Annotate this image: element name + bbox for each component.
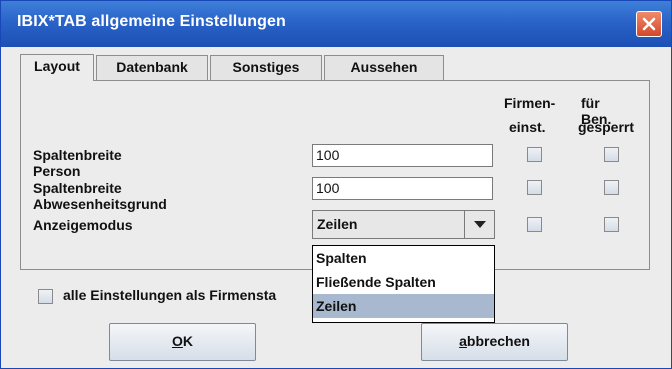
spaltenbreite-person-input[interactable]: 100 bbox=[312, 144, 493, 167]
close-icon bbox=[642, 17, 656, 31]
firm-column-header-line1: Firmen- bbox=[504, 95, 556, 111]
label-spaltenbreite-abwesenheitsgrund: Spaltenbreite Abwesenheitsgrund bbox=[33, 180, 167, 212]
user-checkbox-person[interactable] bbox=[604, 147, 619, 162]
cancel-button[interactable]: abbrechen bbox=[421, 323, 568, 361]
tab-aussehen[interactable]: Aussehen bbox=[324, 55, 444, 80]
cancel-mnemonic: a bbox=[459, 333, 467, 349]
dropdown-arrow-button[interactable] bbox=[464, 211, 494, 238]
anzeigemodus-dropdown-list: Spalten Fließende Spalten Zeilen bbox=[312, 245, 495, 323]
ok-button[interactable]: OK bbox=[109, 323, 256, 361]
spaltenbreite-abwesenheitsgrund-input[interactable]: 100 bbox=[312, 177, 493, 200]
anzeigemodus-select[interactable]: Zeilen bbox=[312, 210, 495, 239]
label-anzeigemodus: Anzeigemodus bbox=[33, 217, 133, 233]
chevron-down-icon bbox=[474, 221, 486, 228]
global-settings-label: alle Einstellungen als Firmensta bbox=[63, 287, 277, 303]
firm-checkbox-person[interactable] bbox=[527, 147, 542, 162]
window-title: IBIX*TAB allgemeine Einstellungen bbox=[17, 13, 286, 30]
close-button[interactable] bbox=[636, 11, 662, 37]
tab-layout[interactable]: Layout bbox=[20, 54, 94, 81]
user-checkbox-anzeigemodus[interactable] bbox=[604, 217, 619, 232]
firm-checkbox-anzeigemodus[interactable] bbox=[527, 217, 542, 232]
user-checkbox-abwesenheitsgrund[interactable] bbox=[604, 180, 619, 195]
global-settings-checkbox[interactable] bbox=[38, 289, 53, 304]
dropdown-option-spalten[interactable]: Spalten bbox=[313, 246, 494, 270]
anzeigemodus-value: Zeilen bbox=[317, 216, 358, 232]
firm-checkbox-abwesenheitsgrund[interactable] bbox=[527, 180, 542, 195]
user-column-header-line2: gesperrt bbox=[578, 119, 635, 135]
label-spaltenbreite-person: Spaltenbreite Person bbox=[33, 147, 122, 179]
dropdown-option-fliessende-spalten[interactable]: Fließende Spalten bbox=[313, 270, 494, 294]
settings-dialog: IBIX*TAB allgemeine Einstellungen Layout… bbox=[0, 0, 672, 369]
firm-column-header-line2: einst. bbox=[509, 119, 546, 135]
tab-datenbank[interactable]: Datenbank bbox=[96, 55, 208, 80]
ok-mnemonic: O bbox=[171, 333, 183, 349]
dropdown-option-zeilen[interactable]: Zeilen bbox=[313, 294, 494, 318]
ok-label-rest: K bbox=[182, 333, 193, 349]
title-bar[interactable]: IBIX*TAB allgemeine Einstellungen bbox=[1, 1, 671, 47]
cancel-label-rest: bbrechen bbox=[466, 333, 530, 349]
tab-sonstiges[interactable]: Sonstiges bbox=[210, 55, 322, 80]
